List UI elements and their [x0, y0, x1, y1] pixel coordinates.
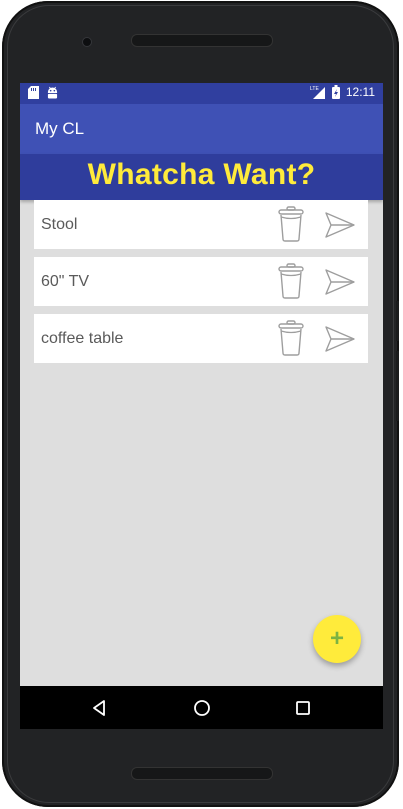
recents-icon[interactable] — [296, 701, 310, 715]
app-bar: My CL — [20, 104, 383, 154]
status-system: LTE 12:11 — [310, 85, 375, 99]
volume-button — [396, 351, 399, 421]
item-list: Stool 60" TV coffee table — [34, 200, 368, 371]
top-speaker — [131, 34, 273, 47]
app-title: My CL — [35, 119, 85, 138]
back-icon[interactable] — [91, 699, 107, 717]
status-time: 12:11 — [345, 85, 375, 99]
status-bar: LTE 12:11 — [20, 83, 383, 104]
phone-frame: LTE 12:11 My CL Whatcha Want? Stool 60" … — [2, 1, 399, 807]
sd-card-icon — [28, 86, 39, 99]
power-button — [396, 301, 399, 341]
list-item[interactable]: 60" TV — [34, 257, 368, 306]
banner-heading: Whatcha Want? — [87, 158, 316, 191]
send-icon[interactable] — [324, 210, 356, 240]
plus-icon: + — [329, 625, 344, 652]
send-icon[interactable] — [324, 267, 356, 297]
trash-icon[interactable] — [276, 263, 306, 299]
system-nav-bar — [20, 686, 383, 729]
front-camera — [82, 37, 92, 47]
banner: Whatcha Want? — [20, 154, 383, 200]
item-label: 60" TV — [41, 273, 90, 290]
screen: LTE 12:11 My CL Whatcha Want? Stool 60" … — [20, 83, 383, 729]
bottom-speaker — [131, 767, 273, 780]
item-label: Stool — [41, 216, 78, 233]
send-icon[interactable] — [324, 324, 356, 354]
lte-signal-icon: LTE — [310, 86, 325, 99]
list-item[interactable]: Stool — [34, 200, 368, 249]
status-notifications — [28, 86, 58, 99]
trash-icon[interactable] — [276, 206, 306, 242]
home-icon[interactable] — [193, 699, 211, 717]
android-icon — [47, 86, 58, 99]
add-item-button[interactable]: + — [313, 615, 361, 663]
svg-text:LTE: LTE — [310, 86, 319, 92]
battery-charging-icon — [331, 85, 340, 99]
trash-icon[interactable] — [276, 320, 306, 356]
list-item[interactable]: coffee table — [34, 314, 368, 363]
item-label: coffee table — [41, 330, 124, 347]
